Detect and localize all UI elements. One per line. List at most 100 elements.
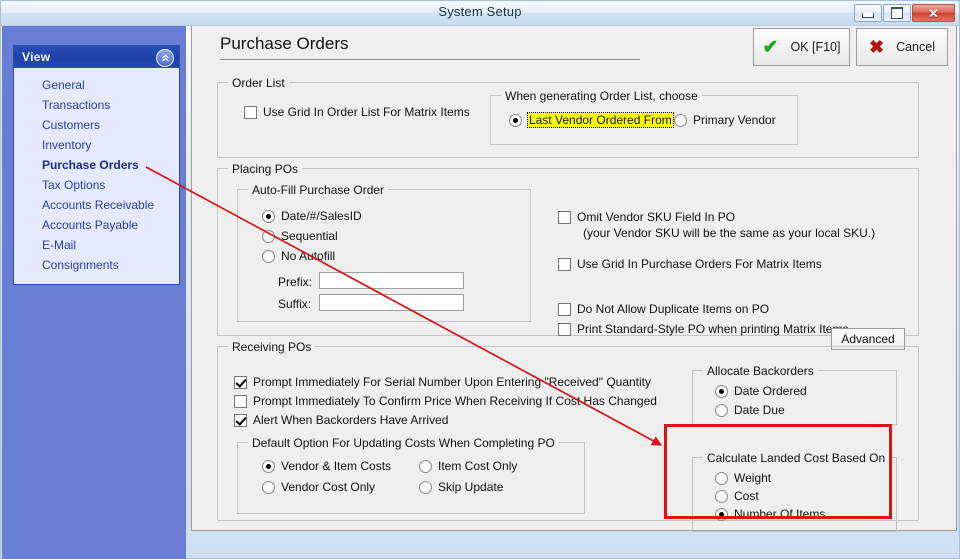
page-title-divider [220,59,640,60]
suffix-label: Suffix: [278,297,312,311]
radio-cost[interactable]: Cost [715,489,759,503]
date-ordered-label: Date Ordered [734,384,807,398]
view-item-list: General Transactions Customers Inventory… [14,68,179,284]
sidebar-item-customers[interactable]: Customers [14,115,179,135]
close-button[interactable]: ✕ [912,4,955,22]
sidebar-item-purchase-orders[interactable]: Purchase Orders [14,155,179,175]
prompt-confirm-price-label: Prompt Immediately To Confirm Price When… [253,394,657,408]
prefix-input[interactable] [319,272,464,289]
sidebar-item-email[interactable]: E-Mail [14,235,179,255]
landed-cost-title: Calculate Landed Cost Based On [703,451,890,465]
checkbox-icon [558,323,571,336]
radio-icon [262,460,275,473]
radio-sequential[interactable]: Sequential [262,229,338,243]
default-cost-option-title: Default Option For Updating Costs When C… [248,436,559,450]
minimize-button[interactable] [854,4,882,22]
omit-vendor-sku-label: Omit Vendor SKU Field In PO [577,210,736,224]
landed-cost-group: Calculate Landed Cost Based On Weight Co… [692,451,897,532]
ok-button[interactable]: ✔ OK [F10] [753,28,850,66]
sidebar: View General Transactions Customers Inve… [2,26,186,559]
radio-vendor-and-item-costs[interactable]: Vendor & Item Costs [262,459,391,473]
cost-label: Cost [734,489,759,503]
alert-backorders-checkbox[interactable]: Alert When Backorders Have Arrived [234,413,448,427]
placing-pos-group: Placing POs Auto-Fill Purchase Order Dat… [217,162,919,350]
radio-icon [262,250,275,263]
radio-icon [419,481,432,494]
prompt-serial-number-checkbox[interactable]: Prompt Immediately For Serial Number Upo… [234,375,651,389]
order-list-group-title: Order List [228,76,289,90]
radio-last-vendor-ordered-from[interactable]: Last Vendor Ordered From [509,112,674,128]
radio-icon [715,472,728,485]
print-standard-style-label: Print Standard-Style PO when printing Ma… [577,322,849,336]
window-controls: ✕ [854,4,955,22]
sidebar-item-consignments[interactable]: Consignments [14,255,179,275]
radio-item-cost-only[interactable]: Item Cost Only [419,459,517,473]
view-panel-title: View [22,50,51,64]
radio-vendor-cost-only[interactable]: Vendor Cost Only [262,480,375,494]
prompt-confirm-price-checkbox[interactable]: Prompt Immediately To Confirm Price When… [234,394,657,408]
radio-number-of-items[interactable]: Number Of Items [715,507,825,521]
sidebar-item-inventory[interactable]: Inventory [14,135,179,155]
number-of-items-label: Number Of Items [734,507,826,521]
sequential-label: Sequential [281,229,338,243]
cancel-button-label: Cancel [896,40,935,54]
use-grid-order-list-checkbox[interactable]: Use Grid In Order List For Matrix Items [244,105,470,119]
omit-vendor-sku-checkbox[interactable]: Omit Vendor SKU Field In PO [558,210,735,224]
item-cost-only-label: Item Cost Only [438,459,518,473]
order-list-group: Order List Use Grid In Order List For Ma… [217,76,919,158]
checkmark-icon: ✔ [762,36,779,58]
system-setup-window: System Setup ✕ View General Transactions… [0,0,960,559]
sidebar-item-general[interactable]: General [14,75,179,95]
page-title: Purchase Orders [220,34,349,53]
skip-update-label: Skip Update [438,480,504,494]
window-frame: System Setup ✕ View General Transactions… [0,0,960,559]
main-content: Purchase Orders ✔ OK [F10] ✖ Cancel Orde… [191,26,957,532]
radio-weight[interactable]: Weight [715,471,771,485]
no-duplicate-items-label: Do Not Allow Duplicate Items on PO [577,302,770,316]
radio-icon [262,230,275,243]
print-standard-style-checkbox[interactable]: Print Standard-Style PO when printing Ma… [558,322,848,336]
use-grid-purchase-orders-checkbox[interactable]: Use Grid In Purchase Orders For Matrix I… [558,257,822,271]
radio-no-autofill[interactable]: No Autofill [262,249,335,263]
weight-label: Weight [734,471,772,485]
cancel-button[interactable]: ✖ Cancel [856,28,948,66]
allocate-backorders-group: Allocate Backorders Date Ordered Date Du… [692,364,897,425]
maximize-button[interactable] [883,4,911,22]
date-sales-id-label: Date/#/SalesID [281,209,362,223]
radio-date-sales-id[interactable]: Date/#/SalesID [262,209,362,223]
last-vendor-ordered-from-label: Last Vendor Ordered From [527,112,674,128]
auto-fill-group: Auto-Fill Purchase Order Date/#/SalesID … [237,183,531,322]
radio-primary-vendor[interactable]: Primary Vendor [674,113,776,127]
suffix-input[interactable] [319,294,464,311]
prefix-label: Prefix: [278,275,313,289]
checkbox-icon [234,376,247,389]
radio-icon [419,460,432,473]
no-duplicate-items-checkbox[interactable]: Do Not Allow Duplicate Items on PO [558,302,769,316]
sidebar-item-accounts-receivable[interactable]: Accounts Receivable [14,195,179,215]
checkbox-icon [234,414,247,427]
radio-date-ordered[interactable]: Date Ordered [715,384,807,398]
vendor-item-costs-label: Vendor & Item Costs [281,459,392,473]
alert-backorders-label: Alert When Backorders Have Arrived [253,413,449,427]
order-list-source-title: When generating Order List, choose [501,89,702,103]
radio-icon [715,385,728,398]
sidebar-item-tax-options[interactable]: Tax Options [14,175,179,195]
checkbox-icon [234,395,247,408]
checkbox-icon [558,258,571,271]
view-panel-header: View [14,46,179,68]
omit-vendor-sku-note: (your Vendor SKU will be the same as you… [583,226,876,240]
date-due-label: Date Due [734,403,785,417]
radio-skip-update[interactable]: Skip Update [419,480,503,494]
allocate-backorders-title: Allocate Backorders [703,364,818,378]
radio-icon [715,404,728,417]
view-panel: View General Transactions Customers Inve… [13,45,180,285]
radio-date-due[interactable]: Date Due [715,403,785,417]
ok-button-label: OK [F10] [790,40,841,54]
placing-pos-group-title: Placing POs [228,162,303,176]
checkbox-icon [244,106,257,119]
order-list-source-group: When generating Order List, choose Last … [490,89,798,145]
sidebar-item-accounts-payable[interactable]: Accounts Payable [14,215,179,235]
sidebar-item-transactions[interactable]: Transactions [14,95,179,115]
chevron-up-icon[interactable] [156,49,174,67]
checkbox-icon [558,211,571,224]
